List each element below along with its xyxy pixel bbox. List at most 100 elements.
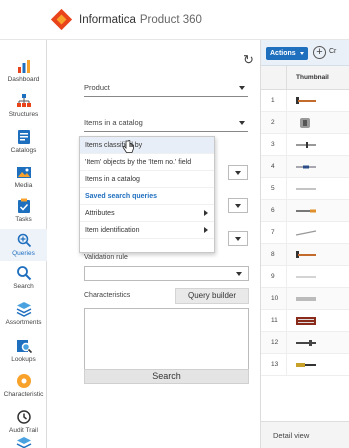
tasks-icon [16,198,32,214]
table-row[interactable]: 7 [261,222,349,244]
brand-product: Product 360 [139,14,202,26]
validation-rule-label: Validation rule [84,254,128,261]
menu-item-items-in-catalog[interactable]: Items in a catalog [80,171,214,188]
create-label[interactable]: Cr [329,48,336,55]
hammer-thumbnail [296,97,316,104]
wire-thumbnail [296,276,316,278]
sidebar: Dashboard Structures Catalogs Media Task… [0,40,47,448]
menu-item-attributes[interactable]: Attributes [80,205,214,222]
actions-label: Actions [270,50,296,57]
sidebar-item-label: Tasks [15,216,32,223]
wrench-thumbnail [296,340,316,346]
table-row[interactable]: 2 [261,112,349,134]
chevron-down-icon [239,121,245,125]
sidebar-item-label: Audit Trail [9,427,38,434]
table-row[interactable]: 13 [261,354,349,376]
sidebar-item-label: Queries [12,250,35,257]
chevron-down-icon [235,171,241,175]
product-select[interactable]: Product [84,77,248,97]
sidebar-item-label: Assortments [5,319,42,326]
sidebar-item-lookups[interactable]: Lookups [0,338,47,363]
sidebar-item-more[interactable] [0,436,47,448]
condition-select-3[interactable] [228,231,248,246]
top-bar: Informatica Product 360 [0,0,349,40]
characteristics-textarea[interactable] [84,308,249,378]
row-number-header [261,66,287,90]
table-row[interactable]: 9 [261,266,349,288]
screwdriver-thumbnail [296,142,316,148]
sidebar-item-audit-trail[interactable]: Audit Trail [0,409,47,434]
lookups-icon [16,338,32,354]
rod-thumbnail [296,188,316,190]
sidebar-item-label: Media [14,182,33,189]
query-type-menu: Items classified by 'Item' objects by th… [79,136,215,253]
thumbnail-column-header[interactable]: Thumbnail [296,74,329,81]
table-row[interactable]: 11 [261,310,349,332]
assortments-icon [16,301,32,317]
saw-blade-thumbnail [296,297,316,301]
dashboard-icon [16,58,32,74]
refresh-icon[interactable]: ↻ [243,52,254,68]
audit-trail-icon [16,409,32,425]
sidebar-item-label: Characteristic [3,391,44,398]
sidebar-item-label: Dashboard [7,76,40,83]
menu-item-label: Attributes [85,210,115,217]
layers-icon [16,436,32,448]
tool-set-thumbnail [296,317,316,325]
sidebar-item-search[interactable]: Search [0,265,47,290]
sidebar-item-catalogs[interactable]: Catalogs [0,129,47,154]
actions-button[interactable]: Actions [266,47,308,60]
sidebar-item-label: Search [13,283,34,290]
validation-rule-select[interactable] [84,266,249,281]
create-plus-icon[interactable]: + [313,46,326,59]
sidebar-item-queries[interactable]: Queries [0,229,47,261]
table-row[interactable]: 1 [261,90,349,112]
chevron-down-icon [235,204,241,208]
drill-bit-thumbnail [296,165,316,169]
search-icon [16,265,32,281]
informatica-logo [50,8,73,31]
grid-toolbar: Actions + Cr [261,40,349,66]
table-row[interactable]: 4 [261,156,349,178]
table-row[interactable]: 12 [261,332,349,354]
chevron-down-icon [239,86,245,90]
characteristics-label: Characteristics [84,292,131,299]
menu-section-saved-search-queries: Saved search queries [80,188,214,205]
grid-header: Thumbnail [261,66,349,90]
brand[interactable]: Informatica Product 360 [50,8,202,31]
queries-icon [16,232,32,248]
menu-item-items-classified-by[interactable]: Items classified by [80,137,214,154]
sidebar-item-tasks[interactable]: Tasks [0,198,47,223]
characteristic-icon [16,373,32,389]
condition-select-1[interactable] [228,165,248,180]
chisel-thumbnail [295,230,317,236]
search-button[interactable]: Search [84,369,249,384]
file-thumbnail [296,209,316,213]
sidebar-item-media[interactable]: Media [0,164,47,189]
detail-view-bar[interactable]: Detail view [261,421,349,448]
catalogs-icon [16,129,32,145]
chevron-down-icon [235,237,241,241]
table-row[interactable]: 8 [261,244,349,266]
menu-item-items-by-item-no[interactable]: 'Item' objects by the 'Item no.' field [80,154,214,171]
socket-thumbnail [300,118,310,128]
condition-select-2[interactable] [228,198,248,213]
sidebar-item-assortments[interactable]: Assortments [0,301,47,326]
brush-thumbnail [296,363,316,367]
sidebar-item-label: Catalogs [10,147,37,154]
table-row[interactable]: 5 [261,178,349,200]
catalog-query-select[interactable]: Items in a catalog [84,112,248,132]
sidebar-item-dashboard[interactable]: Dashboard [0,58,47,83]
table-row[interactable]: 3 [261,134,349,156]
item-grid: Actions + Cr Thumbnail 1 2 3 4 5 6 7 8 9… [261,40,349,448]
sidebar-item-structures[interactable]: Structures [0,93,47,118]
chevron-down-icon [300,52,304,55]
chevron-down-icon [236,272,242,276]
menu-item-item-identification[interactable]: Item identification [80,222,214,239]
table-row[interactable]: 6 [261,200,349,222]
brand-name: Informatica [79,14,136,26]
sidebar-item-characteristic[interactable]: Characteristic [0,373,47,398]
menu-item-label: Item identification [85,227,140,234]
table-row[interactable]: 10 [261,288,349,310]
query-builder-button[interactable]: Query builder [175,288,249,304]
